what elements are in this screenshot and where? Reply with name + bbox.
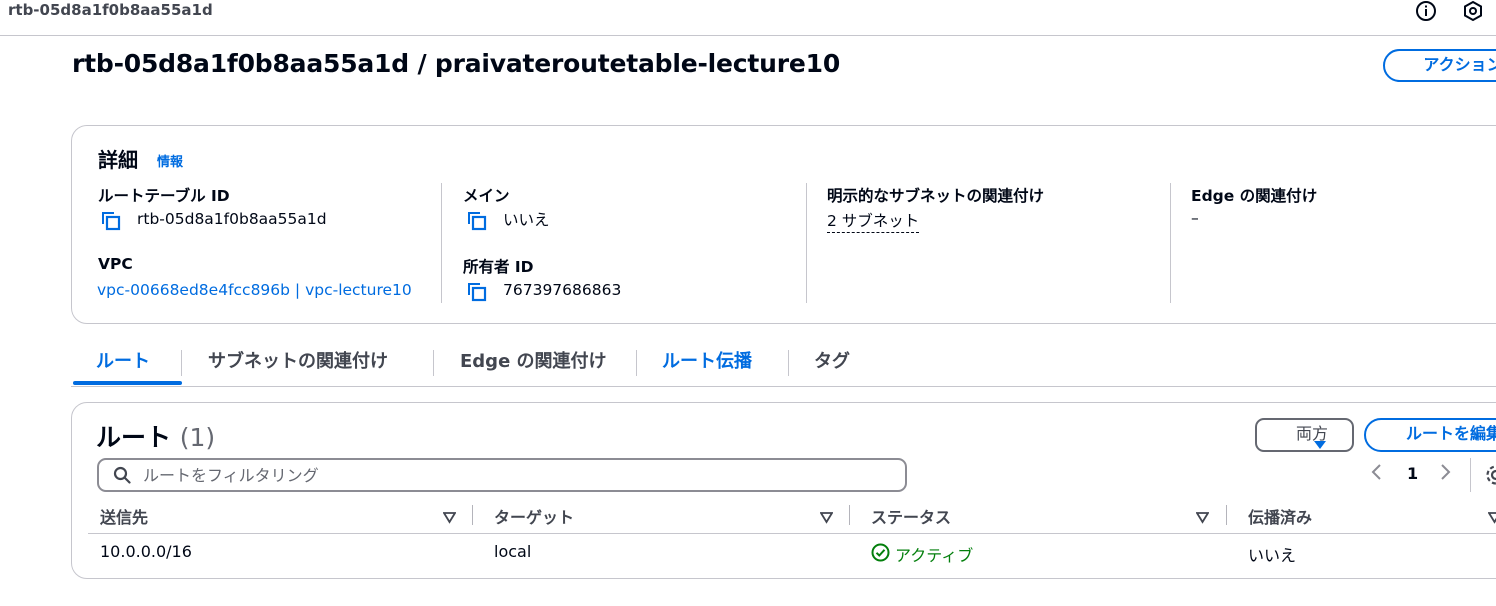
caret-down-icon: [1313, 431, 1327, 461]
gear-icon[interactable]: [1484, 463, 1496, 491]
owner-id-label: 所有者 ID: [463, 258, 534, 276]
check-circle-icon: [871, 543, 890, 566]
sort-icon[interactable]: [442, 509, 457, 524]
page-number[interactable]: 1: [1407, 464, 1418, 483]
sort-icon[interactable]: [1487, 509, 1496, 524]
route-search-field[interactable]: [97, 458, 907, 492]
copy-icon[interactable]: [100, 210, 122, 232]
owner-id-value: 767397686863: [503, 281, 622, 299]
top-bar: rtb-05d8a1f0b8aa55a1d: [0, 0, 1496, 36]
tab-divider: [788, 350, 789, 376]
cell-propagated: いいえ: [1248, 546, 1297, 565]
active-tab-indicator: [73, 381, 182, 385]
column-divider: [441, 183, 442, 303]
tab-edge-associations[interactable]: Edge の関連付け: [460, 347, 607, 373]
table-header-divider: [88, 533, 1496, 534]
breadcrumb-title: rtb-05d8a1f0b8aa55a1d: [8, 1, 213, 19]
routes-heading: ルート (1): [96, 418, 215, 454]
page-title: rtb-05d8a1f0b8aa55a1d / praivateroutetab…: [72, 49, 841, 78]
tab-routes[interactable]: ルート: [96, 347, 150, 373]
column-resizer[interactable]: [849, 505, 850, 525]
column-resizer[interactable]: [472, 505, 473, 525]
explicit-subnet-value[interactable]: 2 サブネット: [827, 209, 920, 233]
vpc-label: VPC: [98, 255, 133, 273]
route-table-id-value: rtb-05d8a1f0b8aa55a1d: [137, 210, 327, 228]
edit-routes-button[interactable]: ルートを編集: [1364, 418, 1496, 452]
column-header-target[interactable]: ターゲット: [494, 504, 574, 528]
route-table-id-label: ルートテーブル ID: [98, 187, 230, 205]
tab-bar-divider: [71, 386, 1496, 387]
cell-destination: 10.0.0.0/16: [100, 542, 192, 561]
copy-icon[interactable]: [466, 281, 488, 303]
tab-divider: [636, 350, 637, 376]
column-header-destination[interactable]: 送信先: [100, 504, 148, 528]
pager-divider: [1470, 458, 1471, 492]
chevron-right-icon[interactable]: [1439, 462, 1453, 486]
route-search-input[interactable]: [143, 464, 883, 486]
cell-target: local: [494, 542, 532, 561]
column-divider: [1170, 183, 1171, 303]
column-header-status[interactable]: ステータス: [871, 504, 951, 528]
vpc-link[interactable]: vpc-00668ed8e4fcc896b | vpc-lecture10: [97, 281, 412, 299]
info-circle-icon[interactable]: [1415, 0, 1437, 22]
tab-divider: [433, 350, 434, 376]
column-header-propagated[interactable]: 伝播済み: [1248, 504, 1312, 528]
explicit-subnet-label: 明示的なサブネットの関連付け: [827, 187, 1045, 205]
cell-status: アクティブ: [895, 546, 974, 565]
actions-button[interactable]: アクション: [1383, 49, 1496, 82]
chevron-left-icon[interactable]: [1369, 462, 1383, 486]
tab-divider: [181, 350, 182, 376]
details-heading: 詳細: [98, 148, 138, 172]
routes-title: ルート: [96, 423, 172, 452]
tab-subnet-associations[interactable]: サブネットの関連付け: [208, 347, 388, 373]
edge-association-label: Edge の関連付け: [1191, 187, 1318, 205]
column-resizer[interactable]: [1226, 505, 1227, 525]
info-link[interactable]: 情報: [157, 151, 183, 170]
sort-icon[interactable]: [1195, 509, 1210, 524]
main-label: メイン: [463, 187, 510, 205]
copy-icon[interactable]: [466, 210, 488, 232]
main-value: いいえ: [503, 211, 550, 229]
settings-hex-icon[interactable]: [1462, 0, 1484, 22]
column-divider: [806, 183, 807, 303]
tab-route-propagation[interactable]: ルート伝播: [662, 347, 752, 373]
sort-icon[interactable]: [819, 509, 834, 524]
route-filter-dropdown[interactable]: 両方: [1255, 418, 1354, 452]
tab-tags[interactable]: タグ: [814, 347, 850, 373]
search-icon: [113, 466, 131, 488]
edge-association-value: –: [1191, 209, 1199, 227]
routes-count: (1): [179, 423, 216, 452]
